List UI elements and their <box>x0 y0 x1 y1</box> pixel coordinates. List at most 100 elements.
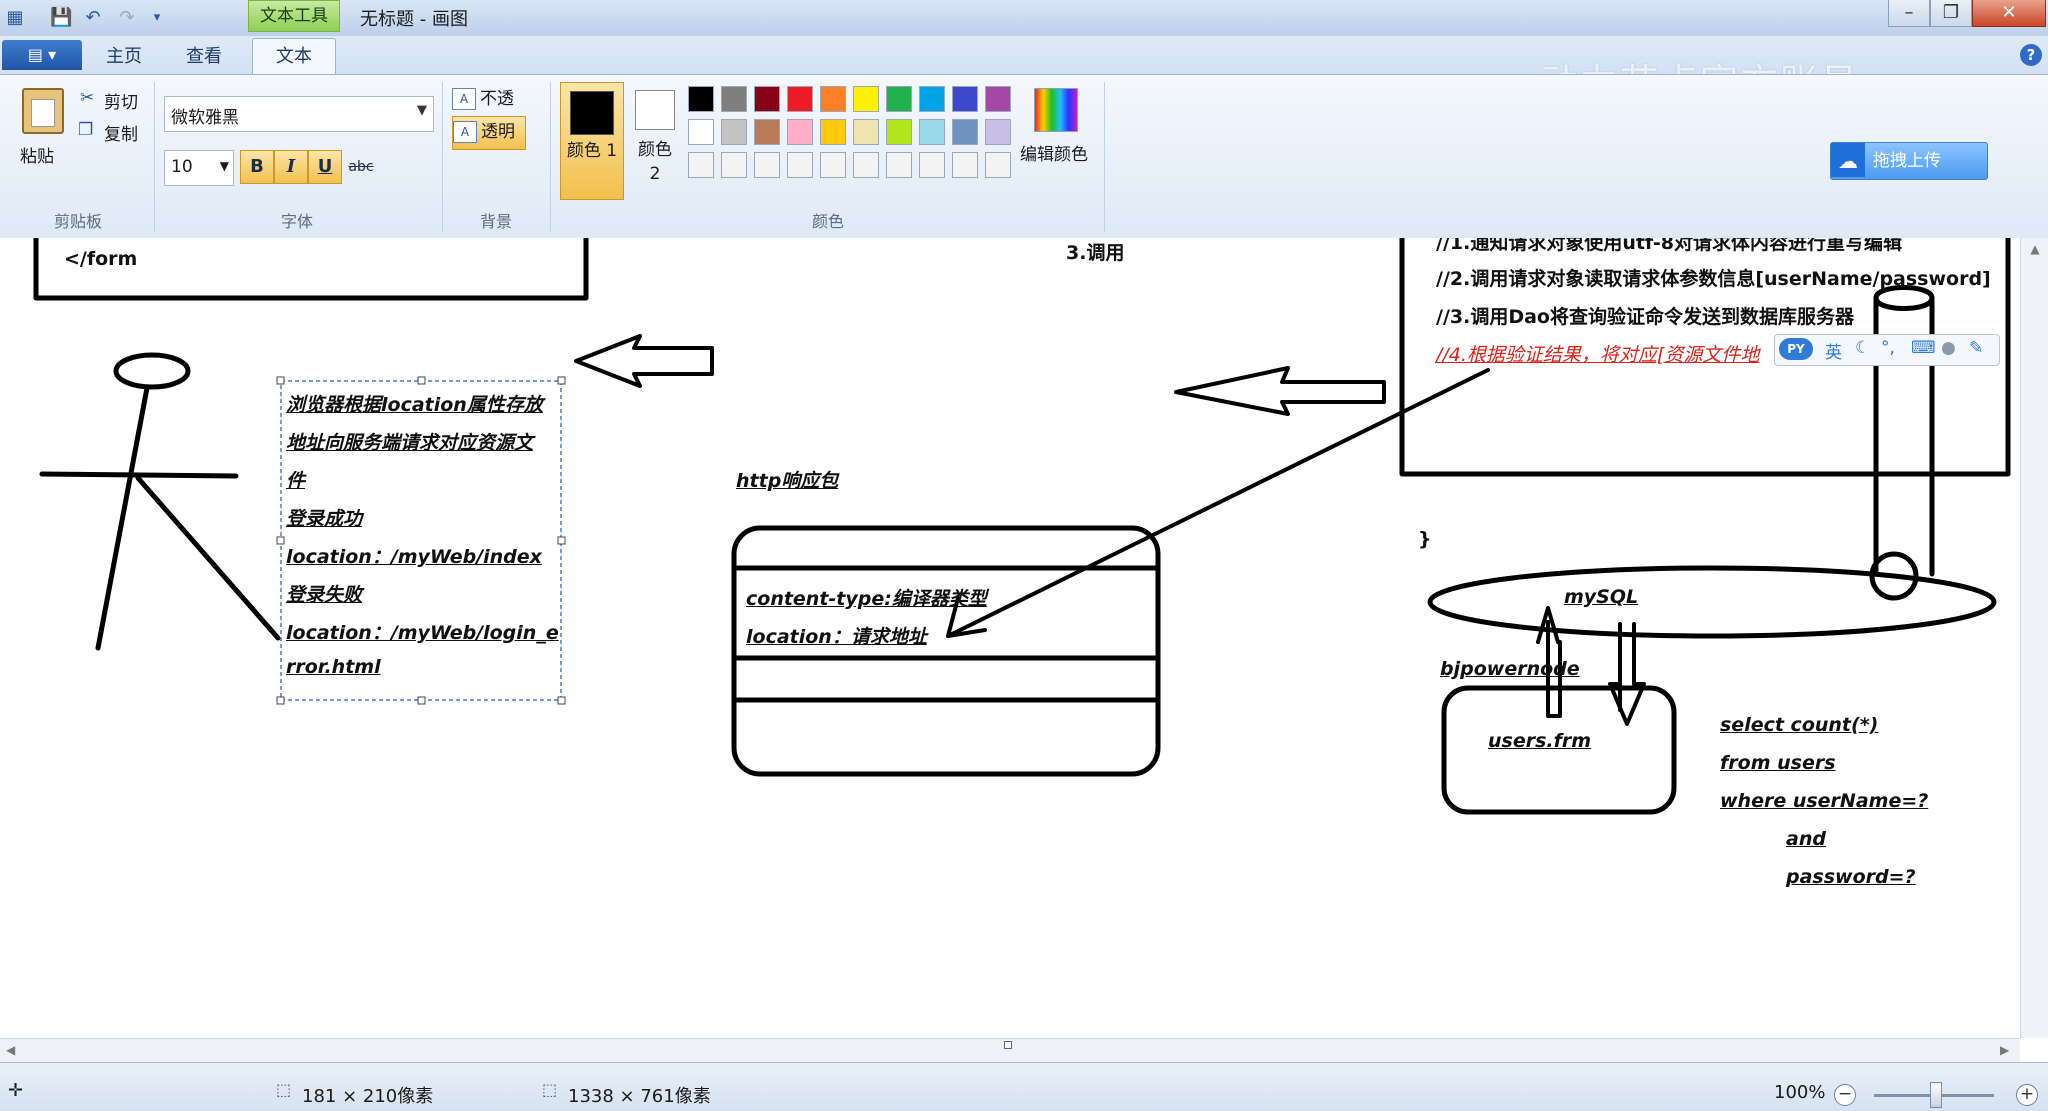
ime-toolbar[interactable]: PY 英 ☾ °, ⌨ ● ✎ <box>1774 334 2000 366</box>
upload-button[interactable]: ☁ 拖拽上传 <box>1830 142 1988 180</box>
zoom-out-button[interactable]: − <box>1834 1084 1856 1106</box>
redo-icon[interactable]: ↷ <box>116 7 138 29</box>
color-swatch[interactable] <box>787 119 813 145</box>
color-swatch[interactable] <box>787 152 813 178</box>
scroll-right-icon[interactable]: ▶ <box>2000 1043 2009 1057</box>
color-swatch[interactable] <box>754 152 780 178</box>
horizontal-scrollbar[interactable]: ◀ ▶ <box>0 1038 2020 1063</box>
color-swatch[interactable] <box>820 152 846 178</box>
help-icon[interactable]: ? <box>2020 44 2042 66</box>
undo-icon[interactable]: ↶ <box>82 7 104 29</box>
color-swatch[interactable] <box>820 86 846 112</box>
bold-button[interactable]: B <box>240 150 274 184</box>
font-size-select[interactable]: 10 ▼ <box>164 150 234 186</box>
window-title: 无标题 - 画图 <box>360 9 468 30</box>
color-swatch[interactable] <box>688 152 714 178</box>
color-swatch[interactable] <box>919 86 945 112</box>
paste-button[interactable]: 粘贴 <box>20 142 54 167</box>
color-swatch[interactable] <box>688 86 714 112</box>
color-swatch[interactable] <box>985 119 1011 145</box>
user-icon[interactable]: ● <box>1941 338 1956 358</box>
color-swatch[interactable] <box>721 119 747 145</box>
note-line-3: //3.调用Dao将查询验证命令发送到数据库服务器 <box>1436 306 1854 328</box>
zoom-slider-thumb[interactable] <box>1930 1082 1942 1108</box>
scissors-icon[interactable]: ✂ <box>80 88 94 108</box>
color-swatch[interactable] <box>952 119 978 145</box>
color-swatch[interactable] <box>853 86 879 112</box>
color-swatch[interactable] <box>919 152 945 178</box>
color-swatch[interactable] <box>985 86 1011 112</box>
transparent-option[interactable]: A 透明 <box>452 116 526 150</box>
file-menu-button[interactable]: ▤ ▾ <box>2 40 82 70</box>
app-menu-icon[interactable]: ▦ <box>4 7 26 29</box>
color-swatch[interactable] <box>820 119 846 145</box>
keyboard-icon[interactable]: ⌨ <box>1911 338 1936 358</box>
selection-size-icon: ⬚ <box>276 1080 292 1099</box>
sql-line-1: select count(*) <box>1720 714 1879 736</box>
color-swatch[interactable] <box>886 119 912 145</box>
location-text: location：请求地址 <box>746 626 927 648</box>
save-icon[interactable]: 💾 <box>50 7 72 29</box>
ime-language-toggle[interactable]: 英 <box>1825 338 1842 363</box>
color-swatch[interactable] <box>886 152 912 178</box>
scroll-left-icon[interactable]: ◀ <box>6 1043 15 1057</box>
tab-home[interactable]: 主页 <box>96 42 152 72</box>
tab-view[interactable]: 查看 <box>176 42 232 72</box>
canvas-resize-handle[interactable] <box>1004 1041 1012 1049</box>
font-family-select[interactable]: 微软雅黑 ▼ <box>164 96 434 132</box>
users-frm-label: users.frm <box>1488 730 1592 752</box>
color-swatch[interactable] <box>952 86 978 112</box>
content-type-text: content-type:编译器类型 <box>746 588 987 610</box>
cut-button[interactable]: 剪切 <box>104 88 138 113</box>
color-swatch[interactable] <box>853 119 879 145</box>
opaque-option[interactable]: A不透明 <box>452 84 528 135</box>
color-swatch[interactable] <box>754 86 780 112</box>
color-swatch[interactable] <box>787 86 813 112</box>
drawing-canvas[interactable]: </form 3.调用 //1.通知请求对象使用utf-8对请求体内容进行重写编… <box>0 238 2020 1038</box>
vertical-scrollbar[interactable]: ▲ <box>2020 238 2048 1038</box>
background-group-label: 背景 <box>479 212 512 231</box>
color2-button[interactable]: 颜色 2 <box>630 82 680 198</box>
selection-handle <box>276 696 285 705</box>
cursor-position-icon: ✛ <box>8 1080 24 1101</box>
zoom-level: 100% <box>1774 1082 1826 1103</box>
edit-colors-icon[interactable] <box>1034 88 1078 132</box>
selection-handle <box>417 376 426 385</box>
chevron-down-icon: ▼ <box>417 103 427 118</box>
customize-icon[interactable]: ▾ <box>146 7 168 29</box>
punctuation-icon[interactable]: °, <box>1881 338 1895 358</box>
group-divider <box>442 82 443 232</box>
scroll-up-icon[interactable]: ▲ <box>2021 242 2048 256</box>
copy-button[interactable]: 复制 <box>104 120 138 145</box>
group-divider <box>154 82 155 232</box>
color-swatch[interactable] <box>754 119 780 145</box>
tools-icon[interactable]: ✎ <box>1969 338 1983 358</box>
selection-handle <box>276 376 285 385</box>
color-swatch[interactable] <box>886 86 912 112</box>
color-swatch[interactable] <box>721 152 747 178</box>
browser-text-6: 登录失败 <box>286 584 363 606</box>
color-swatch[interactable] <box>688 119 714 145</box>
edit-colors-button[interactable]: 编辑颜色 <box>1020 140 1088 165</box>
maximize-button[interactable]: ❐ <box>1930 0 1972 27</box>
tab-text[interactable]: 文本 <box>252 38 336 75</box>
browser-text-3: 件 <box>286 470 306 492</box>
color-swatch[interactable] <box>952 152 978 178</box>
moon-icon[interactable]: ☾ <box>1855 338 1870 358</box>
minimize-button[interactable]: – <box>1888 0 1930 27</box>
italic-button[interactable]: I <box>274 150 308 184</box>
close-button[interactable]: ✕ <box>1972 0 2046 27</box>
strikethrough-button[interactable]: abc <box>344 150 378 184</box>
paste-icon[interactable] <box>22 88 64 134</box>
pinyin-logo-icon[interactable]: PY <box>1779 338 1813 360</box>
color-swatch[interactable] <box>919 119 945 145</box>
color-swatch[interactable] <box>853 152 879 178</box>
color1-button[interactable]: 颜色 1 <box>560 82 624 200</box>
zoom-in-button[interactable]: + <box>2016 1084 2038 1106</box>
cloud-icon: ☁ <box>1831 143 1865 177</box>
underline-button[interactable]: U <box>308 150 342 184</box>
color-swatch[interactable] <box>985 152 1011 178</box>
copy-icon[interactable]: ❐ <box>78 120 93 140</box>
color-swatch[interactable] <box>721 86 747 112</box>
mysql-label: mySQL <box>1564 586 1639 608</box>
